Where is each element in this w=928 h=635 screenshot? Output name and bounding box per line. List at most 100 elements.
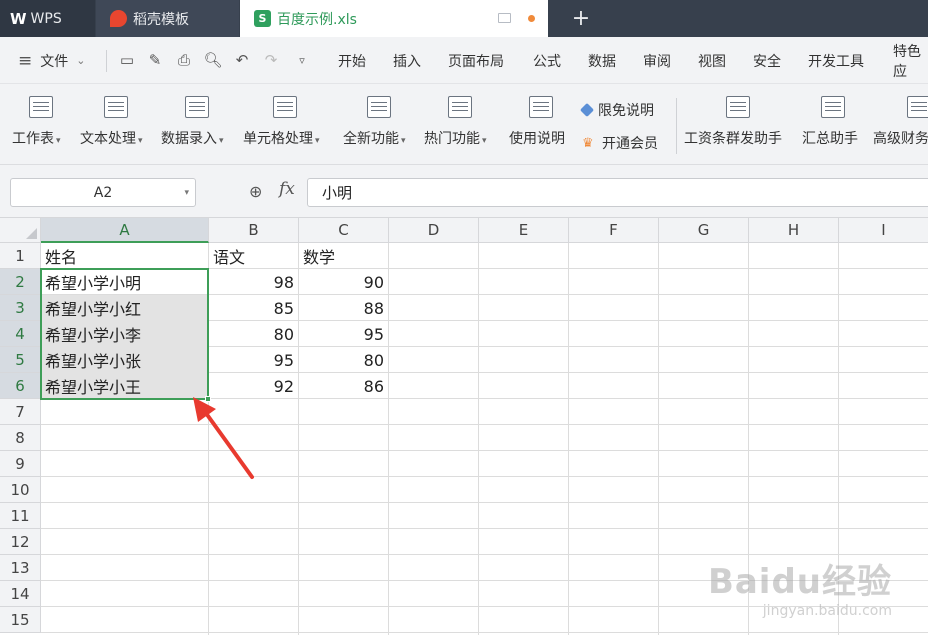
- cell-c2[interactable]: 90: [299, 269, 388, 295]
- tab-daoke-templates[interactable]: 稻壳模板: [96, 0, 239, 37]
- zoom-magnifier-icon[interactable]: ⊕: [249, 182, 269, 202]
- hamburger-icon: ≡: [18, 50, 33, 71]
- cell-a2[interactable]: 希望小学小明: [41, 269, 208, 295]
- ribbon-advanced-finance-button[interactable]: 高级财务: [873, 94, 928, 158]
- chevron-down-icon: ⌄: [76, 54, 86, 67]
- caret-down-icon[interactable]: ▾: [184, 188, 189, 198]
- name-box[interactable]: A2 ▾: [10, 178, 196, 207]
- column-header-b[interactable]: B: [209, 218, 299, 243]
- ribbon-label: 工资条群发助手: [684, 131, 782, 147]
- ribbon-text-processing-button[interactable]: 文本处理 ▾: [80, 94, 150, 158]
- cell-c4[interactable]: 95: [299, 321, 388, 347]
- menu-data[interactable]: 数据: [588, 37, 616, 84]
- cell-a3[interactable]: 希望小学小红: [41, 295, 208, 321]
- menu-review[interactable]: 审阅: [643, 37, 671, 84]
- cell-b2[interactable]: 98: [209, 269, 298, 295]
- menu-special-apps[interactable]: 特色应: [893, 37, 928, 84]
- column-header-e[interactable]: E: [479, 218, 569, 243]
- file-menu[interactable]: ≡ 文件 ⌄: [18, 37, 85, 84]
- row-header-1[interactable]: 1: [0, 243, 41, 269]
- ribbon-cell-processing-button[interactable]: 单元格处理 ▾: [243, 94, 331, 158]
- open-membership-button[interactable]: ♛ 开通会员: [582, 133, 658, 153]
- column-header-d[interactable]: D: [389, 218, 479, 243]
- cell-c6[interactable]: 86: [299, 373, 388, 399]
- cell-c1[interactable]: 数学: [299, 243, 389, 269]
- undo-icon[interactable]: ↶: [233, 51, 251, 69]
- free-trial-info-button[interactable]: 限免说明: [579, 100, 654, 120]
- crown-icon: ♛: [582, 136, 594, 151]
- column-gridline: [568, 243, 569, 635]
- column-header-c[interactable]: C: [299, 218, 389, 243]
- menu-formulas[interactable]: 公式: [533, 37, 561, 84]
- cell-a5[interactable]: 希望小学小张: [41, 347, 208, 373]
- ribbon-new-features-button[interactable]: 全新功能 ▾: [343, 94, 415, 158]
- row-header-9[interactable]: 9: [0, 451, 41, 477]
- cell-b5[interactable]: 95: [209, 347, 298, 373]
- row-header-4[interactable]: 4: [0, 321, 41, 347]
- tab-wps-home[interactable]: W WPS: [0, 0, 95, 37]
- row-header-11[interactable]: 11: [0, 503, 41, 529]
- column-header-a[interactable]: A: [41, 218, 209, 243]
- cell-a6[interactable]: 希望小学小王: [41, 373, 208, 399]
- ribbon-payroll-mailer-button[interactable]: 工资条群发助手: [684, 94, 792, 158]
- cell-c5[interactable]: 80: [299, 347, 388, 373]
- row-header-15[interactable]: 15: [0, 607, 41, 633]
- row-header-5[interactable]: 5: [0, 347, 41, 373]
- menu-home[interactable]: 开始: [338, 37, 366, 84]
- row-header-8[interactable]: 8: [0, 425, 41, 451]
- row-header-7[interactable]: 7: [0, 399, 41, 425]
- row-header-10[interactable]: 10: [0, 477, 41, 503]
- wps-spreadsheet-window: W WPS 稻壳模板 S 百度示例.xls + ≡ 文件 ⌄ ▭ ✎ ⎙ 🔍︎ …: [0, 0, 928, 635]
- ribbon-data-entry-button[interactable]: 数据录入 ▾: [161, 94, 233, 158]
- column-gridline: [478, 243, 479, 635]
- column-header-i[interactable]: I: [839, 218, 928, 243]
- name-box-value: A2: [93, 184, 113, 201]
- popular-features-icon: [448, 96, 472, 118]
- new-tab-button[interactable]: +: [566, 0, 596, 37]
- watermark-url-text: jingyan.baidu.com: [762, 603, 892, 619]
- row-header-12[interactable]: 12: [0, 529, 41, 555]
- row-header-2[interactable]: 2: [0, 269, 41, 295]
- cell-b1[interactable]: 语文: [209, 243, 299, 269]
- tag-icon: [579, 102, 595, 118]
- formula-input[interactable]: 小明: [307, 178, 928, 207]
- ribbon-worksheet-button[interactable]: 工作表 ▾: [12, 94, 72, 158]
- column-header-g[interactable]: G: [659, 218, 749, 243]
- menu-page-layout[interactable]: 页面布局: [448, 37, 504, 84]
- menu-security[interactable]: 安全: [753, 37, 781, 84]
- menu-developer-tools[interactable]: 开发工具: [808, 37, 864, 84]
- tab-document-xls[interactable]: S 百度示例.xls: [240, 0, 548, 37]
- row-header-6[interactable]: 6: [0, 373, 41, 399]
- cell-a4[interactable]: 希望小学小李: [41, 321, 208, 347]
- format-painter-icon[interactable]: ✎: [146, 51, 164, 69]
- menu-view[interactable]: 视图: [698, 37, 726, 84]
- column-header-h[interactable]: H: [749, 218, 839, 243]
- cell-b4[interactable]: 80: [209, 321, 298, 347]
- row-gridline: [41, 476, 928, 477]
- cell-b6[interactable]: 92: [209, 373, 298, 399]
- monitor-icon[interactable]: [498, 13, 511, 23]
- data-entry-icon: [185, 96, 209, 118]
- ribbon-label: 数据录入: [161, 131, 217, 147]
- row-header-3[interactable]: 3: [0, 295, 41, 321]
- ribbon-toolbar: 工作表 ▾ 文本处理 ▾ 数据录入 ▾ 单元格处理 ▾ 全新功能 ▾ 热门功能 ▾ 使用说明: [0, 84, 928, 165]
- ribbon-instructions-button[interactable]: 使用说明: [509, 94, 573, 158]
- ribbon-summary-helper-button[interactable]: 汇总助手: [802, 94, 864, 158]
- ribbon-popular-features-button[interactable]: 热门功能 ▾: [424, 94, 496, 158]
- save-icon[interactable]: ▭: [118, 51, 136, 69]
- select-all-corner[interactable]: [0, 218, 41, 243]
- row-gridline: [41, 424, 928, 425]
- print-preview-icon[interactable]: 🔍︎: [203, 51, 222, 69]
- insert-function-button[interactable]: fx: [279, 179, 295, 199]
- print-icon[interactable]: ⎙: [175, 51, 193, 69]
- menu-insert[interactable]: 插入: [393, 37, 421, 84]
- row-header-14[interactable]: 14: [0, 581, 41, 607]
- redo-icon[interactable]: ↷: [262, 51, 280, 69]
- row-header-13[interactable]: 13: [0, 555, 41, 581]
- cell-b3[interactable]: 85: [209, 295, 298, 321]
- customize-toolbar-icon[interactable]: ▿: [293, 51, 311, 69]
- column-header-f[interactable]: F: [569, 218, 659, 243]
- caret-down-icon: ▾: [482, 136, 487, 146]
- cell-a1[interactable]: 姓名: [41, 243, 209, 269]
- cell-c3[interactable]: 88: [299, 295, 388, 321]
